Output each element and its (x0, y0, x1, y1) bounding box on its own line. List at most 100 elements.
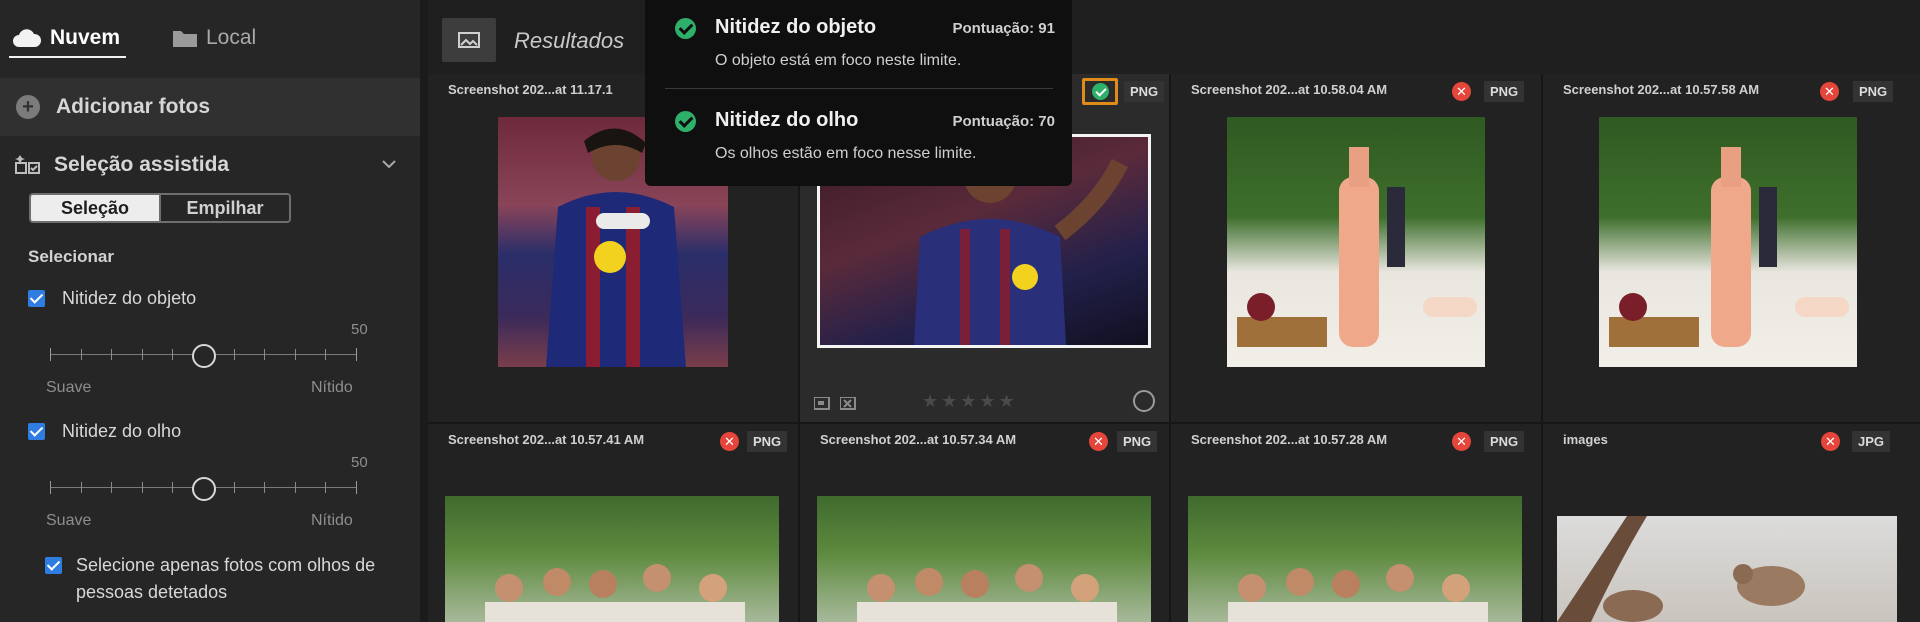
slider-max-label: Nítido (311, 512, 353, 529)
eye-sharpness-label: Nitidez do olho (62, 421, 182, 441)
photo-cell-footer: ★★★★★ (800, 386, 1169, 422)
slider-min-label: Suave (46, 379, 92, 396)
slider-tick (172, 349, 173, 360)
segment-stack[interactable]: Empilhar (159, 195, 289, 221)
object-sharpness-slider[interactable] (50, 343, 357, 368)
add-photos-button[interactable]: + Adicionar fotos (0, 78, 420, 136)
slider-tick (81, 349, 82, 360)
flag-reject-icon[interactable] (840, 397, 857, 410)
tab-local-label: Local (206, 26, 257, 49)
photo-thumbnail (1599, 117, 1857, 367)
segment-select[interactable]: Seleção (31, 195, 159, 221)
star-rating[interactable]: ★★★★★ (922, 391, 1018, 412)
checkbox-checked[interactable] (28, 423, 45, 440)
eye-sharpness-value: 50 (351, 454, 368, 471)
format-badge: PNG (1853, 81, 1894, 102)
photo-thumbnail (1557, 516, 1897, 622)
assisted-selection-panel: Seleção assistida Seleção Empilhar Selec… (0, 137, 420, 622)
object-sharpness-label: Nitidez do objeto (62, 288, 197, 308)
photo-cell[interactable]: Screenshot 202...at 10.57.34 AM ✕ PNG (800, 424, 1169, 622)
cloud-icon (13, 29, 42, 47)
photo-thumbnail (1188, 496, 1522, 622)
photo-thumbnail (817, 496, 1151, 622)
rejected-badge[interactable]: ✕ (1821, 432, 1840, 451)
tooltip-title: Nitidez do objeto (715, 16, 877, 38)
object-sharpness-value: 50 (351, 321, 368, 338)
group-illustration (1228, 564, 1488, 622)
slider-tick (295, 349, 296, 360)
slider-tick (264, 482, 265, 493)
active-tab-indicator (9, 56, 126, 58)
select-circle[interactable] (1133, 390, 1155, 412)
group-illustration (485, 564, 745, 622)
photo-thumbnail (445, 496, 779, 622)
slider-thumb[interactable] (191, 477, 216, 501)
object-sharpness-checkbox[interactable]: Nitidez do objeto (28, 288, 196, 309)
slider-tick (356, 481, 357, 494)
slider-min-label: Suave (46, 512, 92, 529)
assisted-selection-header[interactable]: Seleção assistida (0, 145, 420, 185)
app-window: Nuvem Local + Adicionar fotos Seleção as… (0, 0, 1920, 622)
photo-filename: images (1563, 432, 1608, 447)
sidebar: Nuvem Local + Adicionar fotos Seleção as… (0, 0, 420, 622)
slider-tick (142, 349, 143, 360)
photo-filename: Screenshot 202...at 10.57.28 AM (1191, 432, 1388, 447)
check-circle-icon (1091, 83, 1109, 100)
checkbox-checked[interactable] (45, 557, 62, 574)
format-badge: PNG (1117, 431, 1158, 452)
tab-cloud-label: Nuvem (50, 26, 121, 49)
format-badge: JPG (1852, 431, 1891, 452)
check-circle-icon (675, 111, 696, 132)
slider-tick (50, 481, 51, 494)
chevron-down-icon[interactable] (380, 155, 398, 173)
eyes-only-checkbox[interactable]: Selecione apenas fotos com olhos de pess… (45, 552, 376, 606)
image-view-button[interactable] (442, 18, 496, 62)
source-tabs: Nuvem Local (0, 0, 420, 62)
group-illustration (857, 564, 1117, 622)
tab-local[interactable]: Local (172, 18, 256, 58)
tab-cloud[interactable]: Nuvem (12, 18, 120, 58)
tooltip-description: O objeto está em foco neste limite. (715, 52, 962, 69)
checkbox-checked[interactable] (28, 290, 45, 307)
plus-circle-icon: + (16, 95, 40, 119)
slider-thumb[interactable] (191, 344, 216, 368)
photo-cell[interactable]: Screenshot 202...at 10.57.28 AM ✕ PNG (1171, 424, 1541, 622)
flag-pick-icon[interactable] (814, 397, 831, 410)
accepted-badge[interactable] (1082, 78, 1118, 105)
photo-thumbnail (1227, 117, 1485, 367)
photo-cell[interactable]: Screenshot 202...at 10.57.58 AM ✕ PNG (1543, 74, 1920, 422)
photo-cell[interactable]: images ✕ JPG (1543, 424, 1920, 622)
dining-table-illustration (1609, 147, 1849, 347)
photo-cell[interactable]: Screenshot 202...at 10.58.04 AM ✕ PNG (1171, 74, 1541, 422)
slider-tick (356, 348, 357, 361)
slider-tick (325, 482, 326, 493)
tooltip-score: Pontuação: 70 (952, 113, 1055, 130)
tooltip-description: Os olhos estão em foco nesse limite. (715, 145, 977, 162)
eye-sharpness-slider[interactable] (50, 476, 357, 501)
format-badge: PNG (1124, 81, 1165, 102)
select-section-label: Selecionar (28, 247, 114, 266)
dining-table-illustration (1237, 147, 1477, 347)
eyes-only-label: Selecione apenas fotos com olhos de pess… (76, 555, 376, 602)
photo-cell[interactable]: Screenshot 202...at 10.57.41 AM ✕ PNG (428, 424, 798, 622)
photo-filename: Screenshot 202...at 10.57.34 AM (820, 432, 1017, 447)
check-circle-icon (675, 18, 696, 39)
format-badge: PNG (747, 431, 788, 452)
slider-tick (234, 482, 235, 493)
format-badge: PNG (1484, 81, 1525, 102)
photo-filename: Screenshot 202...at 10.57.41 AM (448, 432, 645, 447)
rejected-badge[interactable]: ✕ (1452, 82, 1471, 101)
rejected-badge[interactable]: ✕ (1089, 432, 1108, 451)
slider-tick (172, 482, 173, 493)
assisted-selection-title: Seleção assistida (54, 153, 230, 176)
rejected-badge[interactable]: ✕ (1820, 82, 1839, 101)
eye-sharpness-checkbox[interactable]: Nitidez do olho (28, 421, 181, 442)
tooltip-divider (665, 88, 1053, 89)
photo-filename: Screenshot 202...at 10.58.04 AM (1191, 82, 1388, 97)
slider-tick (111, 349, 112, 360)
rejected-badge[interactable]: ✕ (720, 432, 739, 451)
rejected-badge[interactable]: ✕ (1452, 432, 1471, 451)
format-badge: PNG (1484, 431, 1525, 452)
photo-filename: Screenshot 202...at 10.57.58 AM (1563, 82, 1760, 97)
tooltip-score: Pontuação: 91 (952, 20, 1055, 37)
